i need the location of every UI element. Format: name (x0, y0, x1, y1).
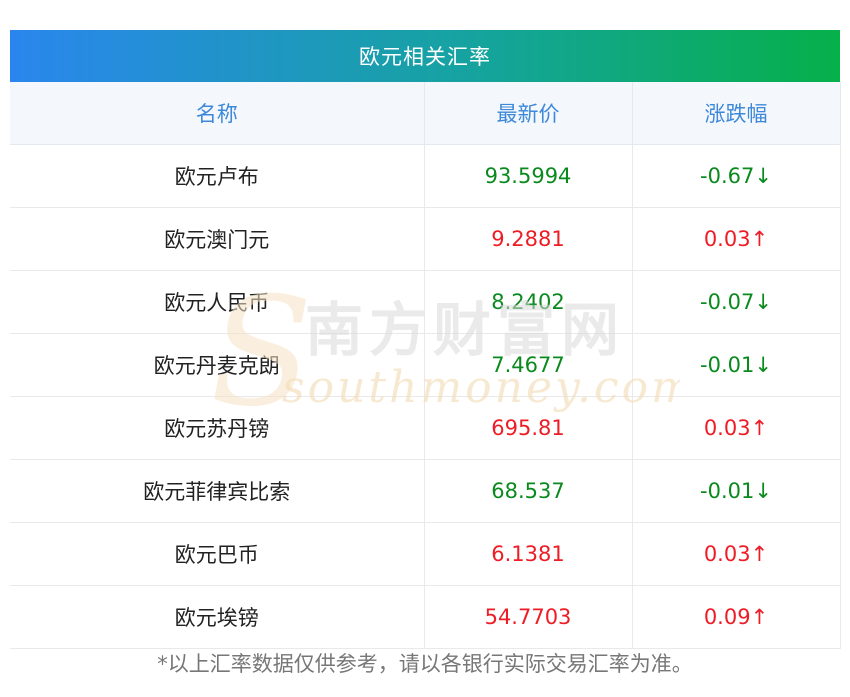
change-percent: 0.09↑ (632, 585, 841, 649)
currency-pair-name: 欧元菲律宾比索 (10, 459, 425, 523)
table-row: 欧元巴币 6.1381 0.03↑ (10, 522, 841, 586)
table-row: 欧元卢布 93.5994 -0.67↓ (10, 144, 841, 208)
change-percent: -0.01↓ (632, 459, 841, 523)
table-row: 欧元苏丹镑 695.81 0.03↑ (10, 396, 841, 460)
currency-pair-name: 欧元埃镑 (10, 585, 425, 649)
currency-pair-name: 欧元巴币 (10, 522, 425, 586)
table-row: 欧元菲律宾比索 68.537 -0.01↓ (10, 459, 841, 523)
change-percent: 0.03↑ (632, 396, 841, 460)
latest-price: 7.4677 (424, 333, 633, 397)
exchange-rate-panel: 欧元相关汇率 名称 最新价 涨跌幅 欧元卢布 93.5994 -0.67↓ 欧元澳门元… (10, 30, 841, 649)
change-percent: -0.01↓ (632, 333, 841, 397)
currency-pair-name: 欧元澳门元 (10, 207, 425, 271)
change-percent: 0.03↑ (632, 522, 841, 586)
table-header-row: 名称 最新价 涨跌幅 (10, 82, 841, 145)
latest-price: 8.2402 (424, 270, 633, 334)
currency-pair-name: 欧元苏丹镑 (10, 396, 425, 460)
table-row: 欧元埃镑 54.7703 0.09↑ (10, 585, 841, 649)
table-row: 欧元人民币 8.2402 -0.07↓ (10, 270, 841, 334)
column-header-price: 最新价 (424, 82, 633, 145)
disclaimer-footer: *以上汇率数据仅供参考，请以各银行实际交易汇率为准。 (157, 652, 693, 676)
table-row: 欧元丹麦克朗 7.4677 -0.01↓ (10, 333, 841, 397)
panel-title: 欧元相关汇率 (10, 30, 840, 82)
latest-price: 68.537 (424, 459, 633, 523)
change-percent: -0.67↓ (632, 144, 841, 208)
rate-table: 名称 最新价 涨跌幅 欧元卢布 93.5994 -0.67↓ 欧元澳门元 9.2881 0… (10, 82, 841, 649)
latest-price: 9.2881 (424, 207, 633, 271)
change-percent: -0.07↓ (632, 270, 841, 334)
latest-price: 6.1381 (424, 522, 633, 586)
currency-pair-name: 欧元丹麦克朗 (10, 333, 425, 397)
table-row: 欧元澳门元 9.2881 0.03↑ (10, 207, 841, 271)
column-header-change: 涨跌幅 (632, 82, 841, 145)
latest-price: 54.7703 (424, 585, 633, 649)
currency-pair-name: 欧元人民币 (10, 270, 425, 334)
currency-pair-name: 欧元卢布 (10, 144, 425, 208)
latest-price: 93.5994 (424, 144, 633, 208)
column-header-name: 名称 (10, 82, 425, 145)
latest-price: 695.81 (424, 396, 633, 460)
change-percent: 0.03↑ (632, 207, 841, 271)
